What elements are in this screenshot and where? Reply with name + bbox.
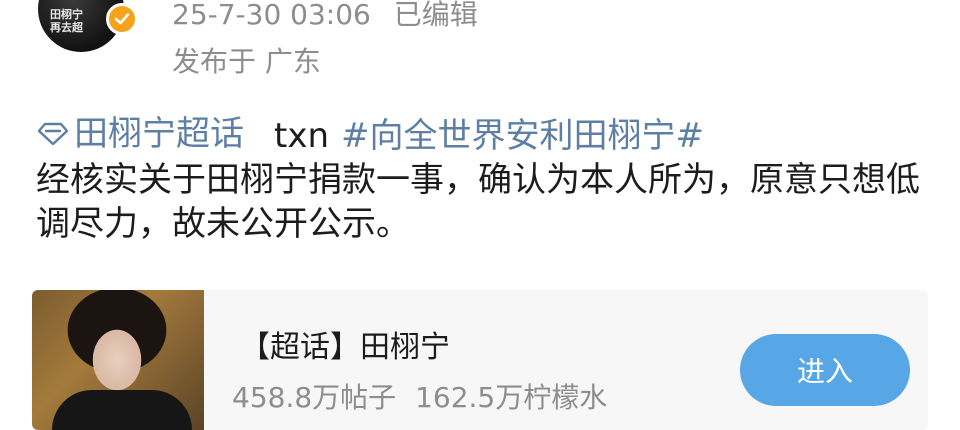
super-topic-label: 田栩宁超话 [74, 114, 244, 154]
hashtag-link[interactable]: #向全世界安利田栩宁# [341, 116, 704, 156]
avatar-text: 田栩宁 再去超 [50, 8, 83, 34]
post-location: 发布于 广东 [172, 45, 321, 78]
followers-count: 162.5万柠檬水 [415, 381, 608, 414]
checkmark-icon [114, 13, 130, 25]
post-prefix-text: txn [274, 116, 330, 156]
edited-label[interactable]: 已编辑 [394, 0, 478, 31]
super-topic-card[interactable]: 【超话】田栩宁 458.8万帖子 162.5万柠檬水 进入 [32, 290, 928, 430]
card-stats: 458.8万帖子 162.5万柠檬水 [232, 380, 607, 416]
card-title: 【超话】田栩宁 [240, 330, 450, 365]
post-body: 经核实关于田栩宁捐款一事，确认为本人所为，原意只想低调尽力，故未公开公示。 [36, 160, 920, 244]
diamond-icon [37, 122, 69, 146]
verified-badge [106, 3, 138, 35]
post-timestamp: 25-7-30 03:06 [172, 0, 371, 31]
post-meta: 25-7-30 03:06 已编辑 [172, 0, 478, 33]
enter-button[interactable]: 进入 [740, 334, 910, 406]
card-thumbnail [32, 290, 204, 430]
post-content: 田栩宁超话 txn #向全世界安利田栩宁# 经核实关于田栩宁捐款一事，确认为本人所… [36, 112, 936, 246]
posts-count: 458.8万帖子 [232, 381, 397, 414]
topic-line: 田栩宁超话 txn #向全世界安利田栩宁# [36, 112, 936, 158]
super-topic-link[interactable]: 田栩宁超话 [36, 112, 244, 156]
